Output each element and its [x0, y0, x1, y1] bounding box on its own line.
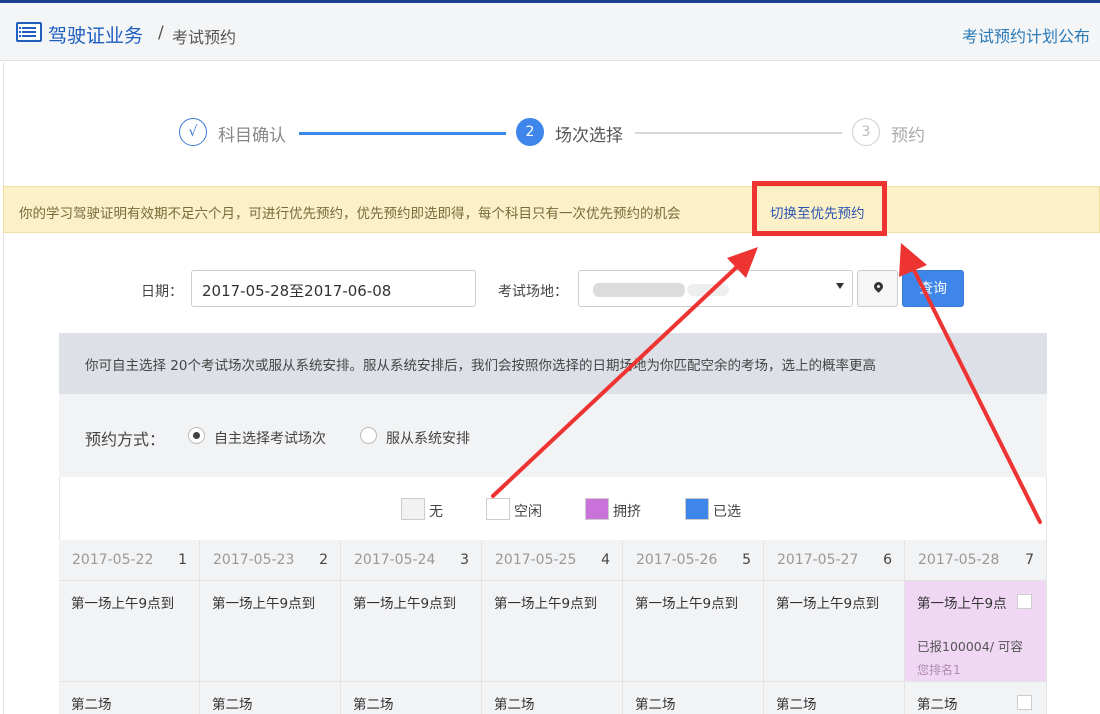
session-cell[interactable]: 第一场上午9点到 — [200, 581, 341, 682]
session-cell[interactable]: 第一场上午9点到 — [623, 581, 764, 682]
page-header: 驾驶证业务 / 考试预约 考试预约计划公布 — [0, 3, 1100, 61]
session-label: 第一场上午9点到 — [71, 596, 175, 612]
session-label: 第一场上午9点到 — [494, 596, 598, 612]
step1-label: 科目确认 — [218, 126, 286, 146]
session-cell[interactable]: 第一场上午9点到 — [764, 581, 905, 682]
session-label: 第一场上午9点到 — [212, 596, 316, 612]
day-number: 5 — [742, 552, 751, 568]
step-progress-line-done — [299, 132, 506, 135]
day-date: 2017-05-23 — [213, 552, 295, 568]
day-date: 2017-05-27 — [777, 552, 859, 568]
session-label: 第二场 — [71, 697, 112, 713]
session-label: 第一场上午9点到 — [635, 596, 739, 612]
selection-info-text: 你可自主选择 20个考试场次或服从系统安排。服从系统安排后，我们会按照你选择的日… — [85, 358, 876, 374]
legend-crowded-swatch — [585, 498, 609, 520]
day-header: 2017-05-28 7 — [905, 540, 1047, 581]
session-cell[interactable]: 第二场 — [59, 682, 200, 714]
session-label: 第二场 — [212, 697, 253, 713]
step1-check-icon: √ — [179, 118, 207, 146]
session-cell[interactable]: 第一场上午9点到 — [341, 581, 482, 682]
day-header: 2017-05-24 3 — [341, 540, 482, 581]
location-button[interactable] — [857, 270, 898, 307]
session-cell[interactable]: 第二场 — [623, 682, 764, 714]
day-date: 2017-05-26 — [636, 552, 718, 568]
day-date: 2017-05-22 — [72, 552, 154, 568]
breadcrumb-separator: / — [158, 23, 164, 43]
day-header: 2017-05-27 6 — [764, 540, 905, 581]
session-label: 第一场上午9点 — [917, 596, 1007, 612]
session-label: 第二场 — [917, 697, 958, 713]
step2-number: 2 — [516, 118, 544, 146]
list-icon — [16, 22, 42, 42]
step3-label: 预约 — [891, 126, 925, 146]
legend-free-label: 空闲 — [514, 504, 542, 520]
session-label: 第二场 — [353, 697, 394, 713]
exam-plan-link[interactable]: 考试预约计划公布 — [962, 23, 1090, 47]
session-label: 第二场 — [494, 697, 535, 713]
content-border — [3, 62, 4, 714]
day-date: 2017-05-25 — [495, 552, 577, 568]
booking-mode-label: 预约方式： — [85, 430, 166, 449]
session-cell[interactable]: 第二场 — [905, 682, 1047, 714]
session-rank: 您排名1 — [917, 663, 961, 677]
session-cell[interactable]: 第二场 — [200, 682, 341, 714]
schedule-grid: 2017-05-22 1 2017-05-23 2 2017-05-24 3 2… — [59, 540, 1047, 714]
step2-label: 场次选择 — [555, 126, 623, 146]
session-label: 第一场上午9点到 — [776, 596, 880, 612]
annotation-highlight-box — [752, 181, 887, 236]
day-number: 4 — [601, 552, 610, 568]
radio-self-select[interactable] — [188, 427, 205, 444]
priority-notice-banner: 你的学习驾驶证明有效期不足六个月，可进行优先预约，优先预约即选即得，每个科目只有… — [3, 186, 1100, 233]
day-header: 2017-05-25 4 — [482, 540, 623, 581]
date-range-input[interactable]: 2017-05-28至2017-06-08 — [191, 270, 476, 307]
day-date: 2017-05-28 — [918, 552, 1000, 568]
breadcrumb-root[interactable]: 驾驶证业务 — [48, 21, 143, 48]
session-checkbox[interactable] — [1017, 695, 1032, 710]
radio-self-select-label[interactable]: 自主选择考试场次 — [214, 428, 326, 448]
day-number: 3 — [460, 552, 469, 568]
day-number: 7 — [1025, 552, 1034, 568]
step-progress-line-pending — [635, 132, 842, 134]
legend-none-swatch — [401, 498, 425, 520]
session-cell[interactable]: 第一场上午9点到 — [59, 581, 200, 682]
date-label: 日期： — [141, 284, 183, 300]
redacted-site-name — [593, 283, 685, 297]
session-label: 第二场 — [776, 697, 817, 713]
step3-number: 3 — [852, 118, 880, 146]
day-number: 2 — [319, 552, 328, 568]
day-number: 6 — [883, 552, 892, 568]
query-button[interactable]: 查询 — [902, 270, 964, 307]
day-header: 2017-05-23 2 — [200, 540, 341, 581]
session-label: 第二场 — [635, 697, 676, 713]
legend-free-swatch — [486, 498, 510, 520]
chevron-down-icon — [836, 283, 844, 289]
session-cell[interactable]: 第一场上午9点到 — [482, 581, 623, 682]
session-cell[interactable]: 第二场 — [482, 682, 623, 714]
session-cell-crowded[interactable]: 第一场上午9点 已报100004/ 可容 您排名1 — [905, 581, 1047, 682]
radio-system-assign[interactable] — [360, 427, 377, 444]
session-label: 第一场上午9点到 — [353, 596, 457, 612]
day-date: 2017-05-24 — [354, 552, 436, 568]
legend-crowded-label: 拥挤 — [613, 504, 641, 520]
booking-mode-area: 预约方式： 自主选择考试场次 服从系统安排 — [59, 394, 1047, 477]
radio-system-assign-label[interactable]: 服从系统安排 — [386, 428, 470, 448]
day-number: 1 — [178, 552, 187, 568]
legend-selected-label: 已选 — [713, 504, 741, 520]
legend: 无 空闲 拥挤 已选 — [59, 477, 1047, 540]
priority-notice-text: 你的学习驾驶证明有效期不足六个月，可进行优先预约，优先预约即选即得，每个科目只有… — [19, 206, 681, 222]
map-pin-icon — [872, 280, 885, 293]
day-header: 2017-05-22 1 — [59, 540, 200, 581]
breadcrumb-current: 考试预约 — [172, 28, 237, 47]
site-label: 考试场地： — [498, 284, 568, 300]
session-registered-count: 已报100004/ 可容 — [917, 639, 1023, 654]
session-cell[interactable]: 第二场 — [341, 682, 482, 714]
selection-info-bar: 你可自主选择 20个考试场次或服从系统安排。服从系统安排后，我们会按照你选择的日… — [59, 333, 1047, 394]
session-cell[interactable]: 第二场 — [764, 682, 905, 714]
redacted-site-name-tail — [687, 284, 729, 296]
legend-none-label: 无 — [429, 504, 443, 520]
day-header: 2017-05-26 5 — [623, 540, 764, 581]
exam-site-select[interactable] — [578, 270, 853, 307]
legend-selected-swatch — [685, 498, 709, 520]
session-checkbox[interactable] — [1017, 594, 1032, 609]
